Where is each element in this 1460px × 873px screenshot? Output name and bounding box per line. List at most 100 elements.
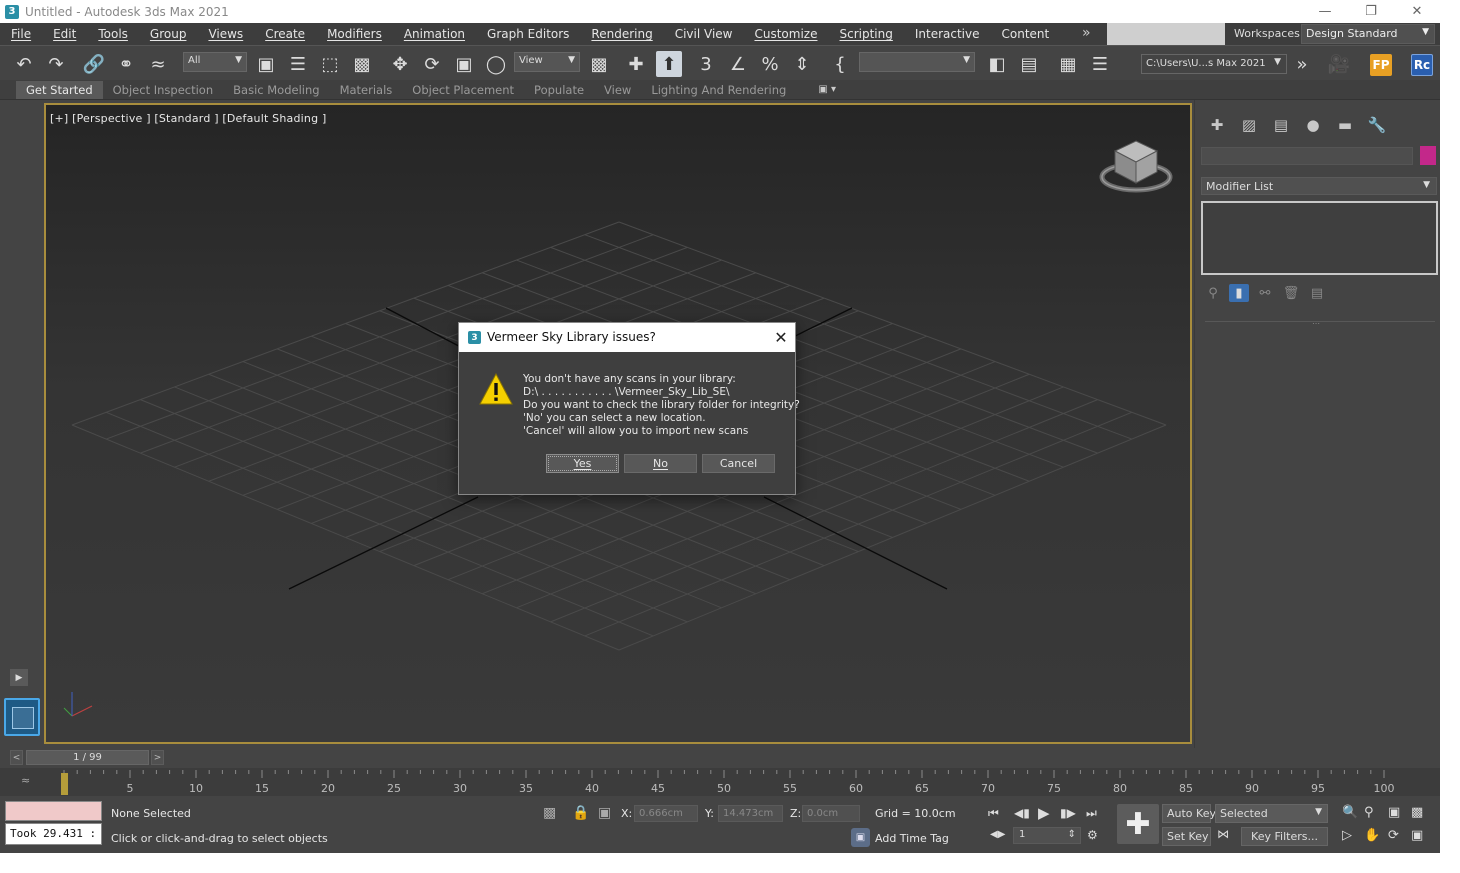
z-coordinate-field[interactable]: 0.0cm <box>802 805 860 822</box>
go-to-end-icon[interactable]: ⏭ <box>1086 806 1097 821</box>
named-selection-dropdown[interactable]: ▼ <box>859 52 975 72</box>
menu-civil-view[interactable]: Civil View <box>664 27 744 41</box>
pin-stack-icon[interactable]: ⚲ <box>1203 284 1223 302</box>
window-crossing-icon[interactable]: ▩ <box>349 51 375 77</box>
absolute-mode-icon[interactable]: ▣ <box>598 805 611 821</box>
rotate-icon[interactable]: ⟳ <box>419 51 445 77</box>
reference-coordinate-dropdown[interactable]: View ▼ <box>514 52 580 72</box>
layer-explorer-icon[interactable]: ☰ <box>1087 51 1113 77</box>
default-in-out-tangents-icon[interactable]: ⋈ <box>1217 827 1229 841</box>
menu-customize[interactable]: Customize <box>743 27 828 41</box>
object-color-swatch[interactable] <box>1420 146 1436 165</box>
selection-filter-dropdown[interactable]: All ▼ <box>183 52 247 72</box>
current-frame-field[interactable]: 1 ⇕ <box>1013 827 1081 844</box>
orbit-icon[interactable]: ⟳ <box>1388 828 1399 843</box>
zoom-icon[interactable]: 🔍 <box>1342 805 1358 820</box>
key-mode-icon[interactable]: ◀▶ <box>990 829 1005 840</box>
time-configuration-icon[interactable]: ⚙ <box>1087 828 1098 842</box>
mirror-icon[interactable]: ◧ <box>984 51 1010 77</box>
play-icon[interactable]: ▶ <box>1038 804 1050 822</box>
select-manipulate-icon[interactable]: ✚ <box>623 51 649 77</box>
menu-views[interactable]: Views <box>197 27 254 41</box>
edit-named-selection-icon[interactable]: { <box>827 51 853 77</box>
previous-frame-icon[interactable]: ◀▮ <box>1014 806 1030 820</box>
scale-icon[interactable]: ▣ <box>451 51 477 77</box>
percent-snap-icon[interactable]: % <box>757 51 783 77</box>
modifier-stack[interactable] <box>1201 201 1438 275</box>
minimize-icon[interactable]: — <box>1302 0 1348 23</box>
next-frame-icon[interactable]: ▮▶ <box>1060 806 1076 820</box>
menu-group[interactable]: Group <box>139 27 198 41</box>
tab-view[interactable]: View <box>594 81 641 99</box>
selection-lock-icon[interactable]: 🔒 <box>572 805 589 821</box>
menu-overflow-icon[interactable]: » <box>1082 25 1091 41</box>
remove-modifier-icon[interactable]: 🗑 <box>1281 284 1301 302</box>
tab-populate[interactable]: Populate <box>524 81 594 99</box>
pivot-center-icon[interactable]: ▩ <box>586 51 612 77</box>
angle-snap-icon[interactable]: ∠ <box>725 51 751 77</box>
maxscript-listener-mini[interactable] <box>5 801 102 821</box>
ribbon-options-icon[interactable]: ▣ ▾ <box>818 84 836 95</box>
viewport-layout-button[interactable] <box>4 698 40 736</box>
tab-get-started[interactable]: Get Started <box>16 80 103 99</box>
maximize-viewport-icon[interactable]: ▣ <box>1411 828 1423 843</box>
modifier-list-dropdown[interactable]: Modifier List ▼ <box>1201 177 1437 195</box>
utilities-tab-icon[interactable]: 🔧 <box>1361 114 1393 136</box>
set-key-button[interactable]: Set Key <box>1162 827 1211 846</box>
time-tag-icon[interactable]: ▣ <box>851 828 870 847</box>
make-unique-icon[interactable]: ⚯ <box>1255 284 1275 302</box>
workspace-dropdown[interactable]: Design Standard ▼ <box>1301 24 1435 44</box>
expand-layouts-icon[interactable]: ▶ <box>10 669 28 686</box>
toolbar-overflow-icon[interactable]: » <box>1289 51 1315 77</box>
create-tab-icon[interactable]: ✚ <box>1201 114 1233 136</box>
spinner-snap-icon[interactable]: ⇕ <box>789 51 815 77</box>
tab-materials[interactable]: Materials <box>330 81 403 99</box>
rc-plugin-button[interactable]: Rc <box>1411 54 1433 76</box>
go-to-start-icon[interactable]: ⏮ <box>988 806 999 821</box>
menu-create[interactable]: Create <box>254 27 316 41</box>
undo-icon[interactable]: ↶ <box>11 51 37 77</box>
menu-file[interactable]: File <box>0 27 42 41</box>
modify-tab-icon[interactable]: ▨ <box>1233 114 1265 136</box>
tab-object-placement[interactable]: Object Placement <box>402 81 524 99</box>
add-time-tag[interactable]: Add Time Tag <box>875 832 949 845</box>
isolate-selection-icon[interactable]: ▩ <box>543 805 556 821</box>
viewport-label[interactable]: [+] [Perspective ] [Standard ] [Default … <box>50 112 326 125</box>
close-icon[interactable]: ✕ <box>1394 0 1440 23</box>
hierarchy-tab-icon[interactable]: ▤ <box>1265 114 1297 136</box>
menu-graph-editors[interactable]: Graph Editors <box>476 27 580 41</box>
fp-plugin-button[interactable]: FP <box>1370 54 1392 76</box>
time-slider-handle[interactable]: 1 / 99 <box>26 750 149 765</box>
set-key-big-icon[interactable]: ✚ <box>1117 804 1159 844</box>
key-filters-button[interactable]: Key Filters... <box>1241 827 1328 846</box>
maxscript-output[interactable]: Took 29.431 : <box>5 823 102 845</box>
motion-tab-icon[interactable]: ● <box>1297 114 1329 136</box>
menu-content[interactable]: Content <box>991 27 1061 41</box>
cancel-button[interactable]: Cancel <box>702 454 775 473</box>
no-button[interactable]: No <box>624 454 697 473</box>
link-icon[interactable]: 🔗 <box>81 51 107 77</box>
align-icon[interactable]: ▤ <box>1016 51 1042 77</box>
placement-icon[interactable]: ◯ <box>483 51 509 77</box>
tab-lighting-and-rendering[interactable]: Lighting And Rendering <box>641 81 796 99</box>
menu-interactive[interactable]: Interactive <box>904 27 991 41</box>
menu-rendering[interactable]: Rendering <box>580 27 663 41</box>
object-name-field[interactable] <box>1201 147 1413 165</box>
rectangular-selection-icon[interactable]: ⬚ <box>317 51 343 77</box>
zoom-all-icon[interactable]: ⚲ <box>1364 805 1374 820</box>
y-coordinate-field[interactable]: 14.473cm <box>718 805 783 822</box>
snaps-toggle-icon[interactable]: 3 <box>693 51 719 77</box>
tab-object-inspection[interactable]: Object Inspection <box>103 81 224 99</box>
auto-key-button[interactable]: Auto Key <box>1162 804 1216 823</box>
scene-explorer-icon[interactable]: ▦ <box>1055 51 1081 77</box>
track-bar[interactable]: ≈ 5 10 15 20 25 30 35 40 45 50 55 60 65 70 75 80 85 90 95 1… <box>0 768 1440 796</box>
zoom-extents-all-icon[interactable]: ▩ <box>1411 805 1423 820</box>
menu-modifiers[interactable]: Modifiers <box>316 27 393 41</box>
key-filter-selection-dropdown[interactable]: Selected ▼ <box>1215 804 1328 823</box>
keyboard-shortcut-override-icon[interactable]: ⬆ <box>656 51 682 77</box>
menu-scripting[interactable]: Scripting <box>828 27 903 41</box>
time-slider-prev-icon[interactable]: < <box>10 750 23 765</box>
restore-icon[interactable]: ❐ <box>1348 0 1394 23</box>
menu-edit[interactable]: Edit <box>42 27 87 41</box>
render-setup-icon[interactable]: 🎥 <box>1326 51 1352 77</box>
